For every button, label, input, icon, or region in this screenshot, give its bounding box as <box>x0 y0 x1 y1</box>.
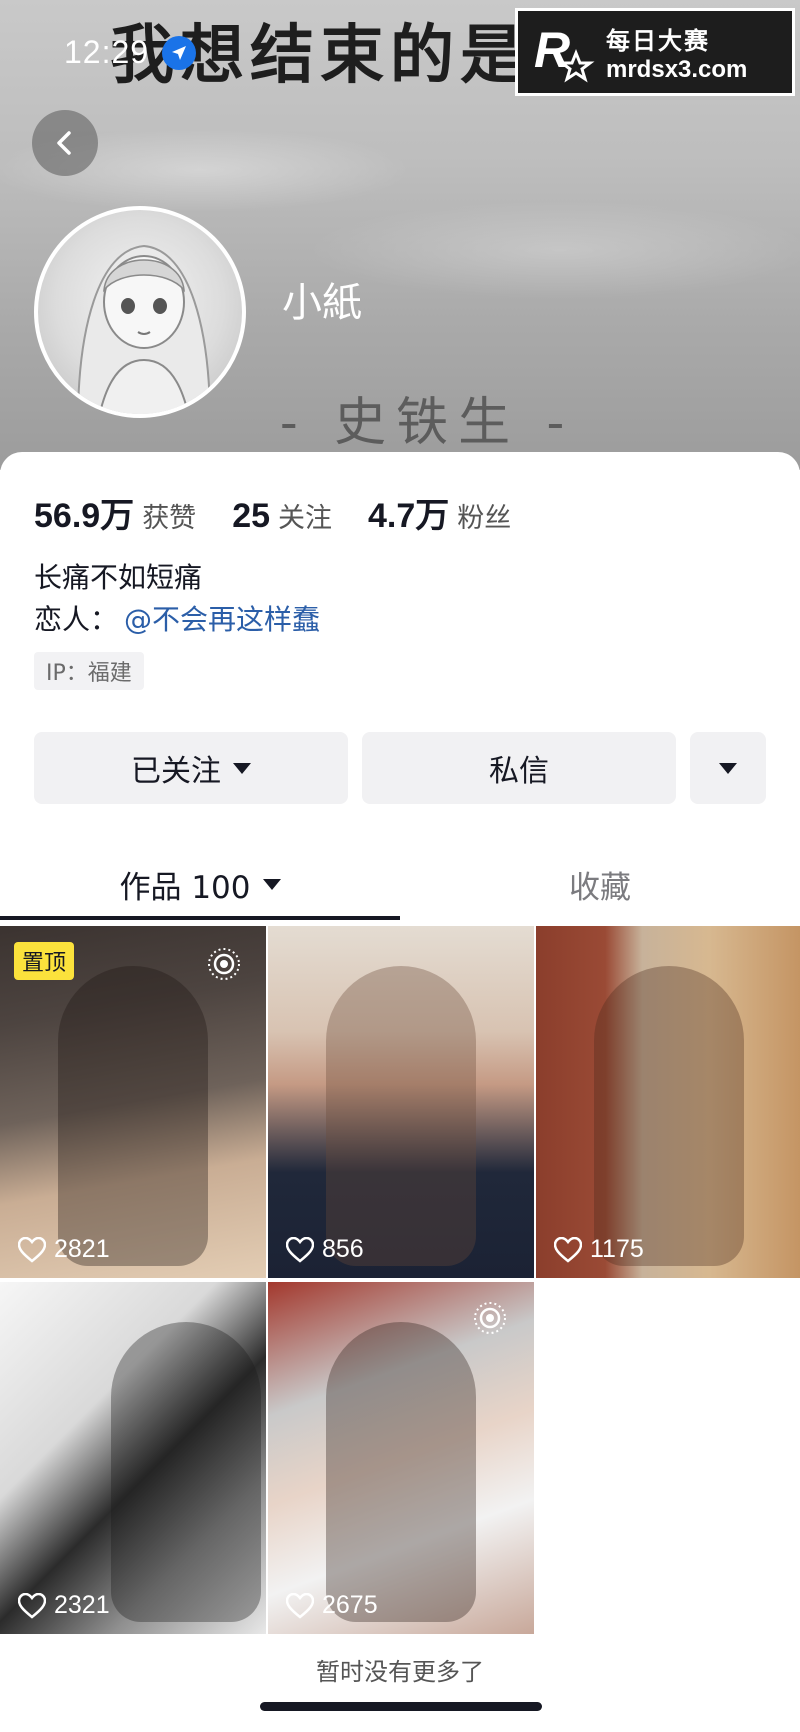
caret-down-icon <box>719 762 737 774</box>
more-options-button[interactable] <box>690 732 766 804</box>
watermark-banner: R 每日大赛 mrdsx3.com <box>515 8 795 96</box>
location-arrow-icon <box>162 36 196 70</box>
status-time: 12:29 <box>64 34 150 70</box>
like-count: 856 <box>286 1235 364 1264</box>
no-more-content-text: 暂时没有更多了 <box>316 1658 484 1686</box>
chevron-left-icon <box>57 131 71 155</box>
stat-following[interactable]: 25 关注 <box>232 496 332 536</box>
tab-works-label: 作品 100 <box>119 869 251 906</box>
stat-followers-count: 4.7万 <box>368 497 450 535</box>
video-tile[interactable]: 2675 <box>268 1282 534 1634</box>
cover-author-text: - 史铁生 - <box>280 393 575 453</box>
message-button-label: 私信 <box>489 754 549 789</box>
stat-likes-count: 56.9万 <box>34 497 135 535</box>
content-tabs: 作品 100 收藏 <box>0 852 800 916</box>
like-count-value: 2675 <box>322 1591 378 1619</box>
svg-text:R: R <box>534 22 570 78</box>
ip-location-tag: IP：福建 <box>34 652 144 690</box>
video-tile[interactable]: 2321 <box>0 1282 266 1634</box>
back-button[interactable] <box>32 110 98 176</box>
video-tile[interactable]: 856 <box>268 926 534 1278</box>
stat-followers[interactable]: 4.7万 粉丝 <box>368 488 511 537</box>
lover-line: 恋人： @不会再这样蠢 <box>34 598 320 638</box>
following-button-label: 已关注 <box>131 754 221 789</box>
caret-down-icon <box>233 762 251 774</box>
following-button[interactable]: 已关注 <box>34 732 348 804</box>
stat-following-label: 关注 <box>278 503 333 534</box>
video-tile[interactable]: 1175 <box>536 926 800 1278</box>
nickname: 小紙 <box>282 280 362 326</box>
watermark-logo: R <box>530 19 596 85</box>
watermark-title: 每日大赛 <box>606 27 710 55</box>
like-count-value: 856 <box>322 1235 364 1263</box>
watermark-url: mrdsx3.com <box>606 55 748 83</box>
message-button[interactable]: 私信 <box>362 732 676 804</box>
stat-following-count: 25 <box>232 497 271 535</box>
bio-text: 长痛不如短痛 <box>34 561 203 594</box>
stat-likes-label: 获赞 <box>142 503 197 534</box>
like-count: 2321 <box>18 1591 110 1620</box>
tab-favorites[interactable]: 收藏 <box>400 852 800 916</box>
home-indicator[interactable] <box>260 1702 542 1711</box>
lover-link[interactable]: @不会再这样蠢 <box>124 598 320 638</box>
video-tile[interactable]: 置顶 2821 <box>0 926 266 1278</box>
heart-icon <box>286 1592 314 1619</box>
tab-works[interactable]: 作品 100 <box>0 852 400 916</box>
tab-active-indicator <box>0 916 400 920</box>
stat-followers-label: 粉丝 <box>457 503 512 534</box>
lover-label: 恋人： <box>34 603 119 636</box>
tab-favorites-label: 收藏 <box>569 869 631 906</box>
like-count: 2675 <box>286 1591 378 1620</box>
heart-icon <box>554 1236 582 1263</box>
heart-icon <box>18 1592 46 1619</box>
heart-icon <box>286 1236 314 1263</box>
like-count: 1175 <box>554 1235 644 1264</box>
like-count: 2821 <box>18 1235 110 1264</box>
like-count-value: 1175 <box>590 1235 644 1263</box>
stat-likes[interactable]: 56.9万 获赞 <box>34 488 196 537</box>
profile-cover: 我想结束的是 - 史铁生 - 12:29 R 每日大赛 mrdsx3.com 小… <box>0 0 800 470</box>
live-photo-icon <box>474 1302 506 1334</box>
like-count-value: 2821 <box>54 1235 110 1263</box>
pinned-badge: 置顶 <box>14 942 75 980</box>
avatar[interactable] <box>34 206 246 418</box>
caret-down-icon <box>262 878 281 890</box>
live-photo-icon <box>208 948 240 980</box>
heart-icon <box>18 1236 46 1263</box>
like-count-value: 2321 <box>54 1591 110 1619</box>
stats-row: 56.9万 获赞 25 关注 4.7万 粉丝 <box>34 488 547 537</box>
